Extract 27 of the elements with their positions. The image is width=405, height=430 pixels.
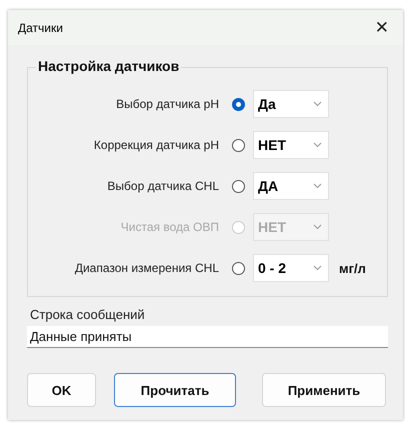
dropdown[interactable]: Да: [253, 90, 329, 118]
chevron-down-icon: [313, 101, 322, 107]
chevron-down-icon: [313, 183, 322, 189]
dropdown[interactable]: НЕТ: [253, 131, 329, 159]
radio-button[interactable]: [232, 180, 244, 192]
group-title: Настройка датчиков: [36, 58, 182, 74]
dialog-button[interactable]: OK: [27, 373, 96, 407]
sensor-label: Диапазон измерения CHL: [74, 261, 220, 275]
sensor-label: Коррекция датчика pH: [92, 138, 220, 152]
unit-label: мг/л: [339, 260, 367, 276]
sensor-label: Выбор датчика CHL: [106, 179, 220, 193]
dropdown[interactable]: ДА: [253, 172, 329, 200]
radio-button[interactable]: [232, 262, 244, 274]
chevron-down-icon: [313, 224, 322, 230]
radio-button[interactable]: [232, 98, 244, 110]
sensor-label: Выбор датчика pH: [115, 97, 220, 111]
close-button[interactable]: ✕: [368, 16, 395, 40]
chevron-down-icon: [313, 142, 322, 148]
radio-button[interactable]: [232, 138, 244, 152]
chevron-down-icon: [313, 265, 322, 271]
dialog-button[interactable]: Применить: [262, 373, 386, 407]
message-label: Строка сообщений: [30, 307, 146, 322]
dialog-button[interactable]: Прочитать: [114, 373, 236, 407]
message-field[interactable]: Данные приняты: [27, 326, 388, 348]
dropdown[interactable]: 0 - 2: [253, 254, 329, 282]
sensor-label: Чистая вода ОВП: [120, 220, 220, 234]
window-title: Датчики: [18, 20, 63, 34]
